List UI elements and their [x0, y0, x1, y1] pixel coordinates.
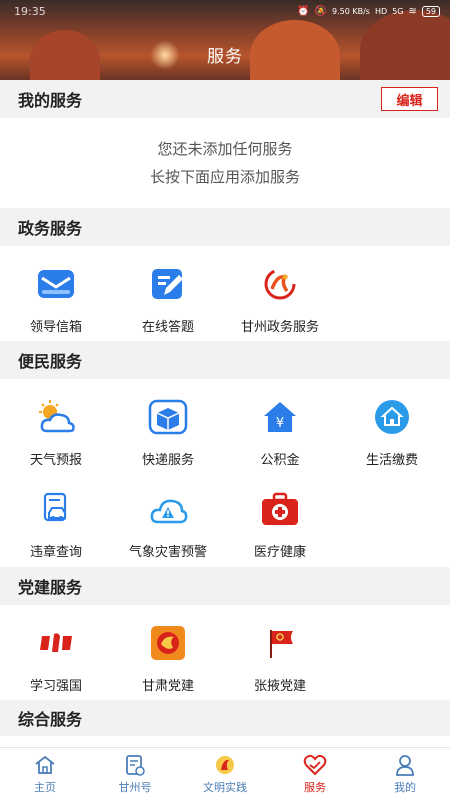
- tab-label: 服务: [304, 781, 326, 794]
- section-gov-services: 政务服务: [0, 208, 450, 246]
- gov-services-panel: 领导信箱 在线答题 甘州政务服务: [0, 246, 450, 341]
- section-title: 党建服务: [18, 578, 83, 597]
- battery-indicator: 59: [421, 6, 440, 17]
- edit-button[interactable]: 编辑: [381, 87, 438, 111]
- service-ganzhou-gov[interactable]: 甘州政务服务: [224, 262, 336, 335]
- tab-service[interactable]: 服务: [270, 748, 360, 800]
- service-leader-mailbox[interactable]: 领导信箱: [0, 262, 112, 335]
- tab-ganzhou-account[interactable]: 甘州号: [90, 748, 180, 800]
- tab-label: 我的: [394, 781, 416, 794]
- home-payment-icon: [370, 395, 414, 439]
- party-services-panel: 学习强国 甘肃党建 张掖党建: [0, 605, 450, 700]
- service-label: 快递服务: [141, 453, 194, 468]
- section-title: 综合服务: [18, 710, 83, 729]
- net-speed: 9.50 KB/s: [331, 7, 370, 16]
- heart-service-icon: [303, 753, 327, 777]
- alarm-icon: ⏰: [297, 6, 310, 17]
- service-medical[interactable]: 医疗健康: [224, 487, 336, 560]
- public-services-panel: 天气预报 快递服务 ¥ 公积金 生活缴费 违章查询 气象灾害预警 医疗健康: [0, 379, 450, 567]
- tab-label: 主页: [34, 781, 56, 794]
- xuexi-logo-icon: [34, 621, 78, 665]
- svg-text:¥: ¥: [276, 416, 284, 431]
- service-weather[interactable]: 天气预报: [0, 395, 112, 468]
- service-label: 张掖党建: [253, 679, 306, 694]
- tab-label: 甘州号: [118, 781, 152, 794]
- service-label: 违章查询: [29, 545, 82, 560]
- gov-logo-icon: [258, 262, 302, 306]
- tab-mine[interactable]: 我的: [360, 748, 450, 800]
- home-icon: [34, 753, 56, 777]
- section-party-services: 党建服务: [0, 567, 450, 605]
- service-express[interactable]: 快递服务: [112, 395, 224, 468]
- service-label: 在线答题: [141, 320, 194, 335]
- tab-civilization[interactable]: 文明实践: [180, 748, 270, 800]
- service-life-payment[interactable]: 生活缴费: [336, 395, 448, 468]
- service-label: 天气预报: [29, 453, 82, 468]
- gansu-party-logo-icon: [146, 621, 190, 665]
- weather-icon: [34, 395, 78, 439]
- medical-kit-icon: [258, 487, 302, 531]
- service-xuexi[interactable]: 学习强国: [0, 621, 112, 694]
- service-label: 医疗健康: [253, 545, 306, 560]
- section-my-services: 我的服务 编辑: [0, 80, 450, 118]
- wifi-icon: ≋: [408, 6, 417, 17]
- service-label: 气象灾害预警: [128, 545, 207, 560]
- tab-label: 文明实践: [203, 781, 247, 794]
- section-public-services: 便民服务: [0, 341, 450, 379]
- page-title: 服务: [207, 47, 243, 67]
- package-icon: [146, 395, 190, 439]
- service-online-quiz[interactable]: 在线答题: [112, 262, 224, 335]
- empty-hint-line1: 您还未添加任何服务: [157, 140, 293, 158]
- bottom-tabbar: 主页 甘州号 文明实践 服务 我的: [0, 747, 450, 800]
- my-services-panel: 您还未添加任何服务 长按下面应用添加服务: [0, 118, 450, 208]
- edit-icon: [146, 262, 190, 306]
- empty-hint-line2: 长按下面应用添加服务: [149, 168, 300, 186]
- section-comprehensive-services: 综合服务: [0, 700, 450, 736]
- party-flag-icon: [258, 621, 302, 665]
- service-housing-fund[interactable]: ¥ 公积金: [224, 395, 336, 468]
- comprehensive-services-panel: [0, 736, 450, 747]
- service-label: 公积金: [260, 453, 300, 468]
- service-weather-warning[interactable]: 气象灾害预警: [112, 487, 224, 560]
- section-title: 我的服务: [18, 91, 83, 110]
- tab-home[interactable]: 主页: [0, 748, 90, 800]
- mail-icon: [34, 262, 78, 306]
- hd-badge: HD: [374, 7, 388, 16]
- civilization-icon: [213, 753, 237, 777]
- service-gansu-party[interactable]: 甘肃党建: [112, 621, 224, 694]
- weather-warning-icon: [146, 487, 190, 531]
- header-banner: 19:35 ⏰ 🔕 9.50 KB/s HD 5G ≋ 59 服务: [0, 0, 450, 80]
- service-violation-query[interactable]: 违章查询: [0, 487, 112, 560]
- section-title: 政务服务: [18, 219, 83, 238]
- signal-label: 5G: [392, 7, 404, 16]
- status-bar: ⏰ 🔕 9.50 KB/s HD 5G ≋ 59: [297, 6, 440, 17]
- service-label: 领导信箱: [29, 320, 82, 335]
- user-icon: [395, 753, 415, 777]
- service-label: 生活缴费: [365, 453, 418, 468]
- car-violation-icon: [34, 487, 78, 531]
- status-time: 19:35: [14, 5, 46, 18]
- service-zhangye-party[interactable]: 张掖党建: [224, 621, 336, 694]
- service-label: 甘州政务服务: [240, 320, 319, 335]
- housing-fund-icon: ¥: [258, 395, 302, 439]
- section-title: 便民服务: [18, 352, 83, 371]
- service-label: 甘肃党建: [141, 679, 194, 694]
- mute-icon: 🔕: [314, 6, 327, 17]
- account-icon: [125, 753, 145, 777]
- service-label: 学习强国: [29, 679, 82, 694]
